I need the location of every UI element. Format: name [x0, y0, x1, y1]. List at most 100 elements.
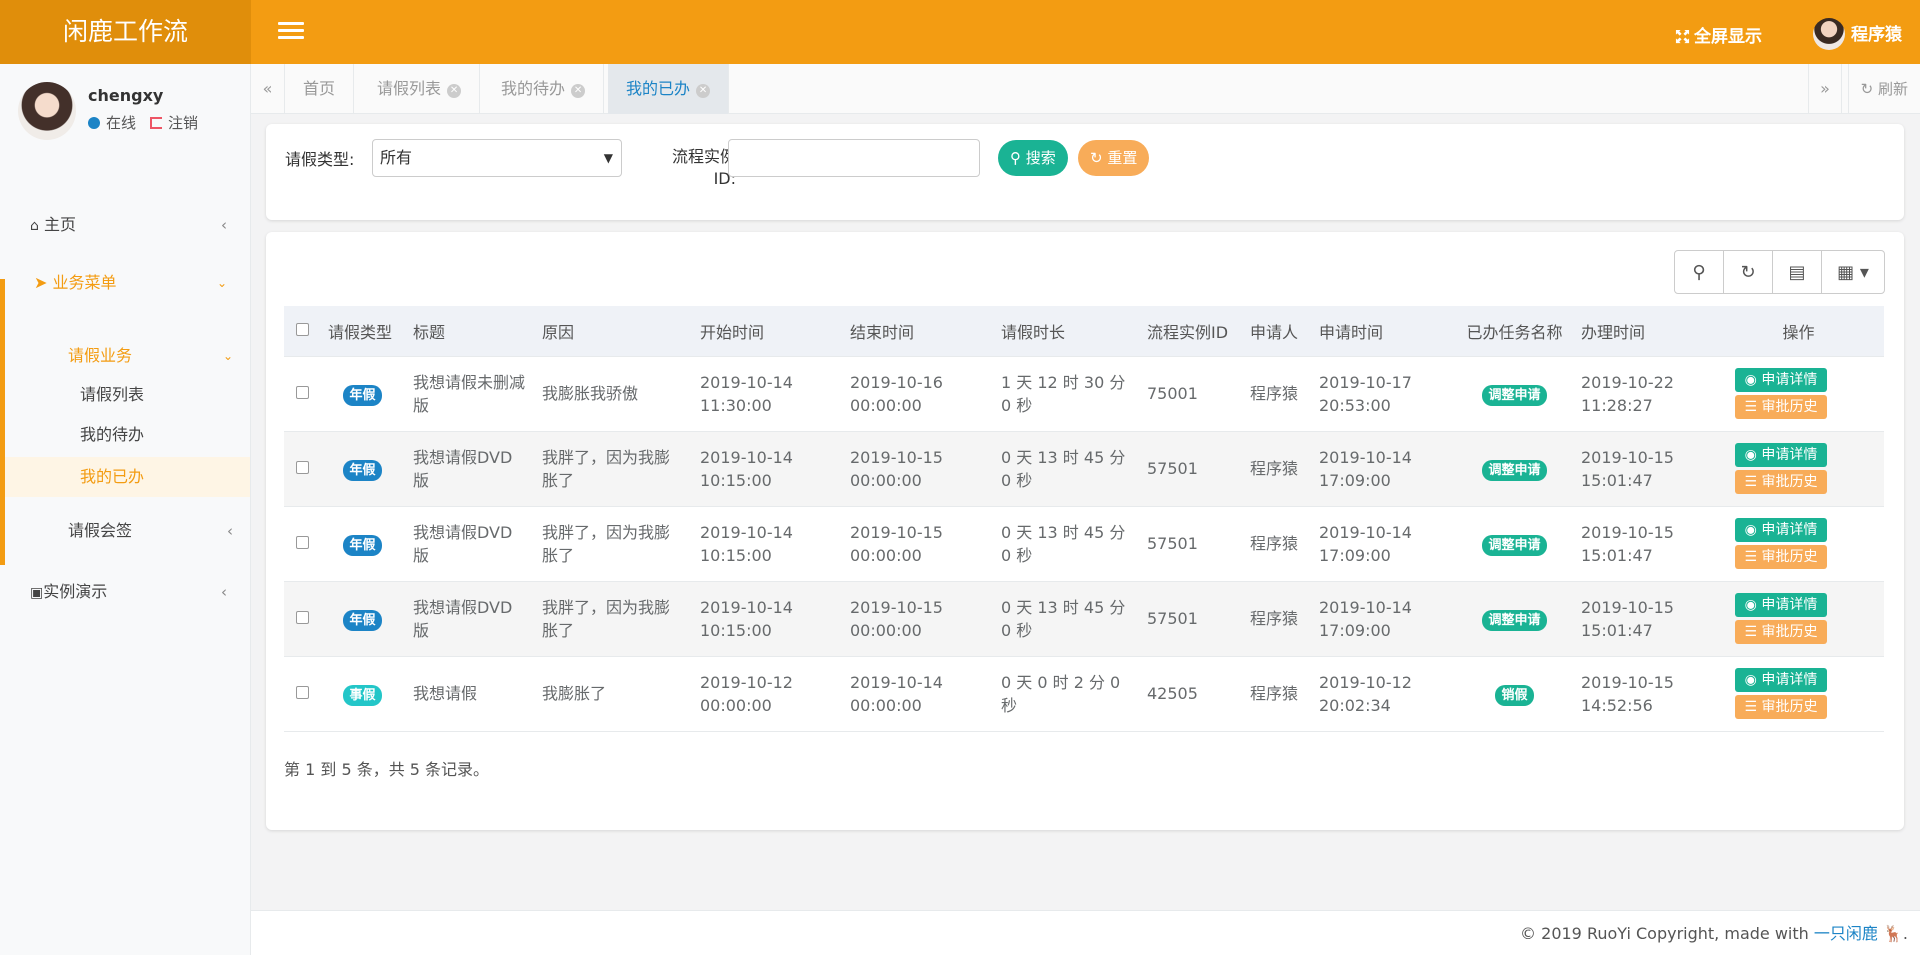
instance-id-input[interactable]	[728, 139, 980, 177]
columns-icon[interactable]: ▦ ▾	[1822, 251, 1884, 293]
cell-handle-time: 2019-10-15 15:01:47	[1573, 430, 1713, 506]
tab-home[interactable]: 首页	[285, 64, 355, 114]
leave-type-badge: 年假	[343, 384, 382, 406]
tab-my-done[interactable]: 我的已办 ✕	[608, 64, 730, 114]
sidebar-item-business-menu[interactable]: ➤ 业务菜单 ⌄	[0, 261, 251, 305]
search-form: 请假类型: 所有 ▼ 流程实例ID: ⚲ 搜索 ↻ 重置	[266, 124, 1904, 220]
reset-button-label: 重置	[1107, 149, 1138, 167]
apply-detail-button[interactable]: ◉ 申请详情	[1735, 442, 1827, 467]
column-header[interactable]: 申请人	[1242, 306, 1311, 356]
approval-history-button[interactable]: ☰ 审批历史	[1735, 469, 1827, 494]
search-button-label: 搜索	[1025, 149, 1056, 167]
approval-history-button[interactable]: ☰ 审批历史	[1735, 694, 1827, 719]
column-header[interactable]: 申请时间	[1311, 306, 1456, 356]
cell-duration: 0 天 13 时 45 分 0 秒	[993, 505, 1139, 581]
apply-detail-button[interactable]: ◉ 申请详情	[1735, 592, 1827, 617]
cell-title: 我想请假未删减版	[405, 355, 534, 431]
column-header[interactable]: 请假时长	[993, 306, 1139, 356]
list-icon: ☰	[1744, 548, 1758, 565]
fullscreen-label: 全屏显示	[1694, 27, 1762, 47]
status-text: 在线	[106, 114, 137, 132]
row-checkbox[interactable]	[295, 386, 309, 399]
sidebar-item-my-done[interactable]: 我的已办	[5, 457, 250, 497]
tab-scroll-left-icon[interactable]: «	[251, 64, 285, 114]
profile-avatar	[18, 82, 76, 140]
column-header[interactable]: 开始时间	[692, 306, 842, 356]
task-name-badge: 调整申请	[1482, 459, 1547, 481]
sidebar-item-leave-business[interactable]: 请假业务 ⌄	[0, 334, 251, 378]
column-header[interactable]: 标题	[405, 306, 534, 356]
tab-scroll-right-icon[interactable]: »	[1808, 64, 1842, 114]
chevron-down-icon: ⌄	[216, 276, 227, 290]
column-header[interactable]: 原因	[534, 306, 692, 356]
reset-button[interactable]: ↻ 重置	[1078, 140, 1150, 176]
refresh-button[interactable]: ↻ 刷新	[1847, 64, 1920, 114]
select-all-checkbox[interactable]	[295, 323, 309, 337]
sidebar-item-demo[interactable]: ▣实例演示 ‹	[0, 570, 251, 614]
close-icon[interactable]: ✕	[571, 84, 586, 98]
sidebar-item-home[interactable]: ⌂ 主页 ‹	[0, 203, 251, 247]
column-header: 操作	[1782, 322, 1815, 342]
cell-reason: 我膨胀了	[534, 655, 692, 732]
row-checkbox[interactable]	[295, 536, 309, 549]
app-brand[interactable]: 闲鹿工作流	[0, 0, 251, 64]
column-header[interactable]: 办理时间	[1573, 306, 1713, 356]
row-checkbox[interactable]	[295, 461, 309, 474]
close-icon[interactable]: ✕	[696, 84, 711, 98]
close-icon[interactable]: ✕	[447, 84, 462, 98]
menu-toggle-icon[interactable]	[278, 22, 304, 42]
user-menu[interactable]: 程序猿	[1813, 18, 1902, 50]
cell-start-time: 2019-10-14 11:30:00	[692, 355, 842, 431]
tab-leave-list[interactable]: 请假列表 ✕	[359, 64, 481, 114]
column-header[interactable]: 流程实例ID	[1139, 306, 1242, 356]
column-header[interactable]: 结束时间	[842, 306, 993, 356]
cell-duration: 0 天 13 时 45 分 0 秒	[993, 580, 1139, 656]
cell-start-time: 2019-10-14 10:15:00	[692, 430, 842, 506]
author-link[interactable]: 一只闲鹿	[1814, 924, 1878, 943]
leave-type-badge: 年假	[343, 534, 382, 556]
refresh-icon[interactable]: ↻	[1724, 251, 1773, 293]
sidebar-item-my-todo[interactable]: 我的待办	[0, 415, 251, 455]
avatar	[1813, 18, 1845, 50]
tab-my-todo[interactable]: 我的待办 ✕	[483, 64, 605, 114]
cell-apply-time: 2019-10-17 20:53:00	[1311, 355, 1456, 431]
approval-history-label: 审批历史	[1761, 548, 1818, 565]
column-header[interactable]: 已办任务名称	[1456, 306, 1573, 356]
search-button[interactable]: ⚲ 搜索	[998, 140, 1068, 176]
cell-applicant: 程序猿	[1242, 580, 1311, 656]
cell-end-time: 2019-10-15 00:00:00	[842, 430, 993, 506]
search-icon[interactable]: ⚲	[1675, 251, 1724, 293]
cell-apply-time: 2019-10-14 17:09:00	[1311, 430, 1456, 506]
eye-icon: ◉	[1744, 371, 1757, 388]
approval-history-button[interactable]: ☰ 审批历史	[1735, 544, 1827, 569]
apply-detail-button[interactable]: ◉ 申请详情	[1735, 517, 1827, 542]
column-header[interactable]: 请假类型	[320, 306, 405, 356]
eye-icon: ◉	[1744, 446, 1757, 463]
tab-label: 请假列表	[377, 79, 442, 98]
logout-link[interactable]: 注销	[168, 114, 198, 132]
leave-type-select[interactable]: 所有 ▼	[372, 139, 622, 177]
sidebar-item-leave-list[interactable]: 请假列表	[0, 375, 251, 415]
apply-detail-label: 申请详情	[1761, 521, 1818, 538]
row-checkbox[interactable]	[295, 611, 309, 624]
list-icon: ☰	[1744, 473, 1758, 490]
apply-detail-label: 申请详情	[1761, 671, 1818, 688]
tab-bar: « 首页 请假列表 ✕ 我的待办 ✕ 我的已办 ✕ » ↻ 刷新	[251, 64, 1920, 114]
cell-handle-time: 2019-10-22 11:28:27	[1573, 355, 1713, 431]
approval-history-button[interactable]: ☰ 审批历史	[1735, 394, 1827, 419]
sidebar-item-leave-countersign[interactable]: 请假会签 ‹	[0, 509, 251, 553]
table-header-row: 请假类型 标题 原因 开始时间 结束时间 请假时长 流程实例ID 申请人 申请时…	[284, 306, 1884, 356]
fullscreen-button[interactable]: 全屏显示	[1675, 22, 1762, 47]
list-icon[interactable]: ▤	[1773, 251, 1822, 293]
cell-end-time: 2019-10-15 00:00:00	[842, 505, 993, 581]
row-checkbox[interactable]	[295, 686, 309, 699]
cell-reason: 我胖了，因为我膨胀了	[534, 505, 692, 581]
approval-history-button[interactable]: ☰ 审批历史	[1735, 619, 1827, 644]
deer-icon: 🦌	[1882, 924, 1903, 943]
sidebar-item-label: 我的待办	[80, 425, 145, 444]
apply-detail-button[interactable]: ◉ 申请详情	[1735, 667, 1827, 692]
cell-start-time: 2019-10-12 00:00:00	[692, 655, 842, 732]
apply-detail-button[interactable]: ◉ 申请详情	[1735, 367, 1827, 392]
refresh-icon: ↻	[1860, 80, 1874, 98]
cell-apply-time: 2019-10-12 20:02:34	[1311, 655, 1456, 732]
